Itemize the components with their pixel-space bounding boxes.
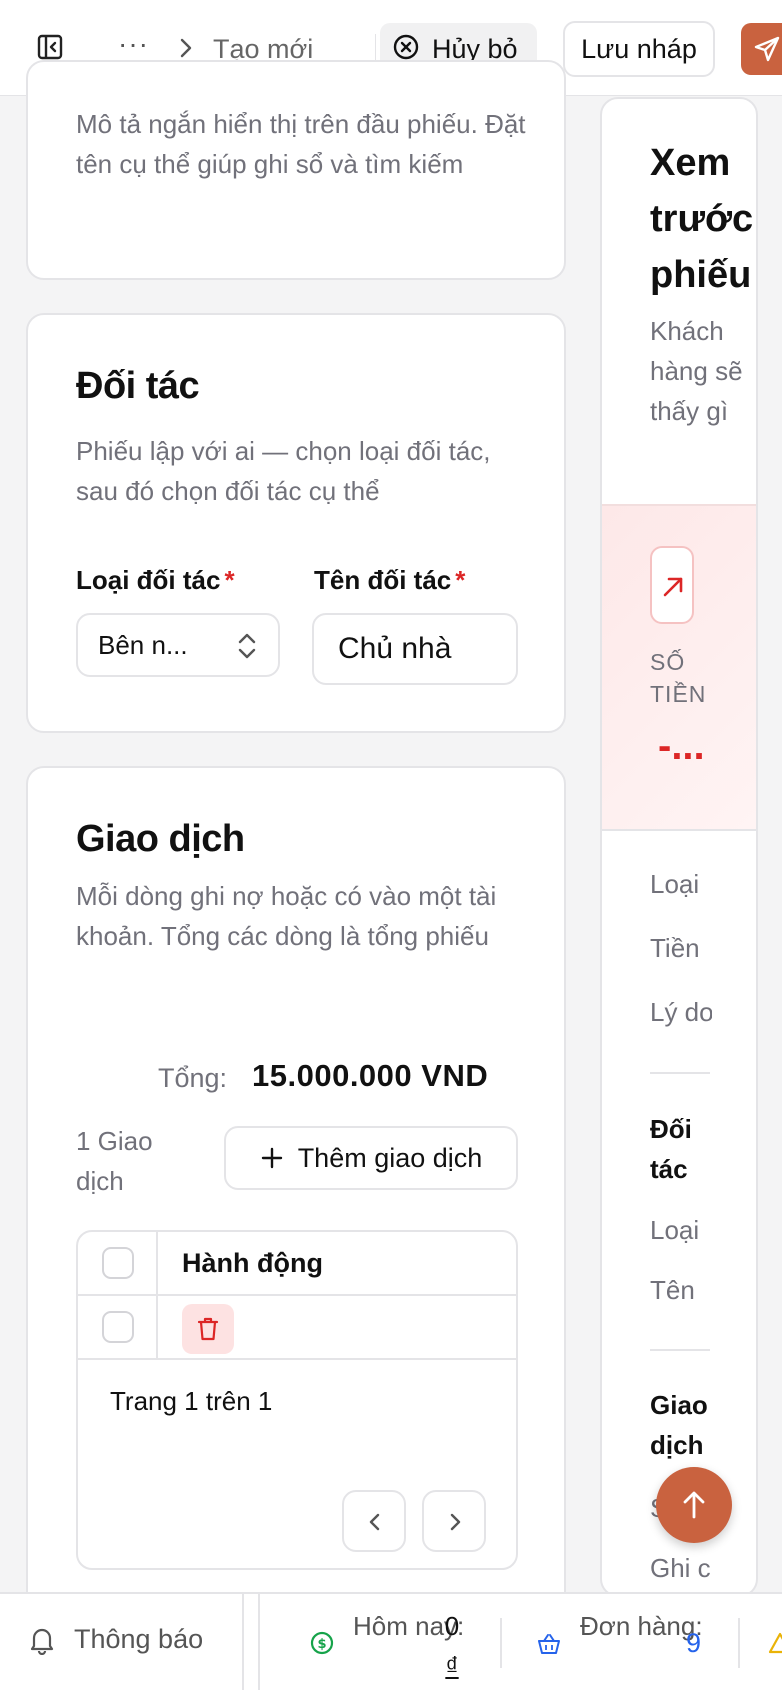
plus-icon	[261, 1147, 282, 1169]
status-divider	[500, 1618, 502, 1668]
row-checkbox[interactable]	[102, 1311, 134, 1343]
status-divider	[258, 1594, 260, 1690]
pagination-info: Trang 1 trên 1	[110, 1386, 273, 1416]
preview-transactions-note: Ghi c	[650, 1553, 711, 1583]
general-info-description: Mô tả ngắn hiển thị trên đầu phiếu. Đặt …	[76, 109, 526, 179]
transaction-count: 1 Giao dịch	[76, 1126, 153, 1196]
preview-title: Xem trước phiếu	[650, 142, 754, 296]
delete-row-button[interactable]	[182, 1304, 234, 1354]
table-row	[78, 1296, 516, 1360]
sidebar-toggle-icon[interactable]	[36, 33, 64, 61]
basket-icon	[537, 1633, 561, 1660]
send-icon	[754, 36, 780, 62]
previous-page-button[interactable]	[342, 1490, 406, 1552]
status-bar: Thông báo $ Hôm nay: 0 ₫ Đơn hàng: 9	[0, 1592, 782, 1690]
chevron-up-down-icon	[238, 633, 256, 659]
table-header-row: Hành động	[78, 1232, 516, 1296]
preview-divider	[650, 1349, 710, 1351]
next-page-button[interactable]	[422, 1490, 486, 1552]
transactions-title: Giao dịch	[76, 818, 245, 860]
dollar-circle-icon: $	[310, 1631, 334, 1660]
notifications-button[interactable]: Thông báo	[28, 1624, 203, 1655]
arrow-up-right-icon	[650, 546, 694, 624]
partner-type-select[interactable]: Bên n...	[76, 613, 280, 677]
preview-amount-label: SỐ TIỀN	[650, 649, 707, 707]
required-mark: *	[224, 565, 235, 595]
transactions-table: Hành động Trang 1 trên 1	[76, 1230, 518, 1570]
save-draft-button[interactable]: Lưu nháp	[563, 21, 715, 77]
preview-divider	[650, 1072, 710, 1074]
partner-type-label: Loại đối tác *	[76, 565, 235, 595]
svg-text:$: $	[317, 1637, 326, 1652]
transactions-description: Mỗi dòng ghi nợ hoặc có vào một tài khoả…	[76, 881, 497, 951]
warning-icon	[768, 1632, 782, 1659]
preview-row-reason: Lý do	[650, 997, 712, 1027]
total-label: Tổng:	[158, 1063, 228, 1093]
notifications-label: Thông báo	[74, 1624, 204, 1654]
required-mark: *	[455, 565, 466, 595]
partner-card: Đối tác Phiếu lập với ai — chọn loại đối…	[26, 313, 566, 733]
total-value: 15.000.000 VND	[252, 1058, 489, 1093]
preview-partner-heading: Đối tác	[650, 1114, 692, 1184]
chevron-right-icon	[450, 1513, 461, 1531]
add-transaction-button[interactable]: Thêm giao dịch	[224, 1126, 518, 1190]
bell-icon	[30, 1628, 54, 1655]
status-divider	[738, 1618, 740, 1668]
preview-amount-section: SỐ TIỀN -...	[602, 504, 756, 831]
status-divider	[242, 1594, 244, 1690]
add-transaction-label: Thêm giao dịch	[297, 1142, 483, 1173]
breadcrumb-chevron-icon	[178, 36, 194, 60]
preview-transactions-heading: Giao dịch	[650, 1390, 708, 1460]
today-revenue-value: 0 ₫	[444, 1611, 460, 1681]
preview-row-type: Loại	[650, 869, 700, 899]
preview-subtitle: Khách hàng sẽ thấy gì	[650, 316, 743, 426]
select-all-checkbox[interactable]	[102, 1247, 134, 1279]
preview-partner-type: Loại	[650, 1215, 700, 1245]
trash-icon	[197, 1317, 219, 1341]
preview-partner-name: Tên	[650, 1275, 695, 1305]
preview-amount-value: -...	[658, 724, 705, 768]
partner-description: Phiếu lập với ai — chọn loại đối tác, sa…	[76, 436, 491, 506]
partner-type-value: Bên n...	[98, 629, 188, 660]
chevron-left-icon	[369, 1513, 380, 1531]
partner-title: Đối tác	[76, 365, 200, 407]
partner-name-field[interactable]: Chủ nhà	[312, 613, 518, 685]
orders-label: Đơn hàng:	[580, 1611, 703, 1641]
voucher-preview-panel: Xem trước phiếu Khách hàng sẽ thấy gì SỐ…	[600, 97, 758, 1597]
scroll-to-top-button[interactable]	[656, 1467, 732, 1543]
partner-name-label: Tên đối tác *	[314, 565, 466, 595]
transactions-card: Giao dịch Mỗi dòng ghi nợ hoặc có vào mộ…	[26, 766, 566, 1690]
send-button[interactable]	[741, 23, 782, 75]
column-header-actions: Hành động	[182, 1248, 323, 1278]
arrow-up-icon	[683, 1491, 705, 1519]
preview-row-currency: Tiền	[650, 933, 700, 963]
general-info-card: Mô tả ngắn hiển thị trên đầu phiếu. Đặt …	[26, 60, 566, 280]
breadcrumb-more[interactable]: ···	[118, 30, 149, 58]
orders-count[interactable]: 9	[686, 1628, 701, 1659]
